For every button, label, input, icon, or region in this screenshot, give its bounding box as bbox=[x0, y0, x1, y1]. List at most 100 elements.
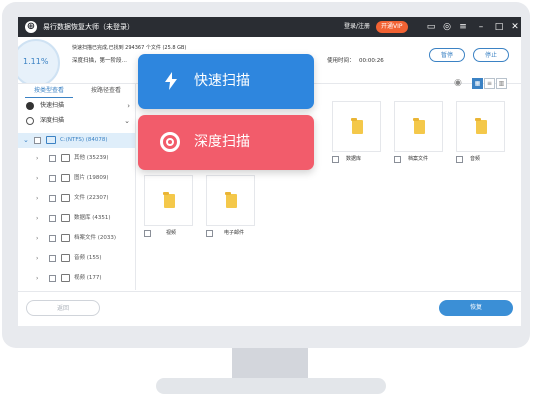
tree-item-video[interactable]: › 视频 (177) bbox=[18, 272, 135, 285]
pause-button[interactable]: 暂停 bbox=[429, 48, 465, 62]
tile-checkbox[interactable] bbox=[144, 230, 151, 237]
elapsed-label: 使用时间： bbox=[327, 58, 355, 64]
tree-item-label: 视频 (177) bbox=[74, 275, 102, 281]
file-tile[interactable] bbox=[456, 101, 505, 152]
tab-by-path[interactable]: 按路径查看 bbox=[84, 86, 128, 96]
drive-checkbox[interactable] bbox=[34, 137, 41, 144]
tree-item-database[interactable]: › 数据库 (4351) bbox=[18, 212, 135, 225]
menu-quick-scan-label: 快速扫描 bbox=[40, 102, 65, 109]
tree-checkbox[interactable] bbox=[49, 255, 56, 262]
menu-deep-scan[interactable]: 深度扫描 ⌄ bbox=[24, 114, 132, 128]
tree-item-audio[interactable]: › 音频 (155) bbox=[18, 252, 135, 265]
chevron-right-icon: › bbox=[36, 195, 39, 202]
back-button[interactable]: 返回 bbox=[26, 300, 100, 316]
chevron-right-icon: › bbox=[36, 215, 39, 222]
eye-icon[interactable]: ◉ bbox=[454, 78, 462, 89]
chevron-right-icon: › bbox=[36, 155, 39, 162]
lightning-icon bbox=[160, 70, 182, 92]
footer-divider bbox=[18, 291, 521, 292]
chevron-right-icon: › bbox=[36, 255, 39, 262]
login-link[interactable]: 登录/注册 bbox=[344, 21, 370, 33]
tree-item-label: 文件 (22307) bbox=[74, 195, 109, 201]
menu-deep-scan-label: 深度扫描 bbox=[40, 117, 65, 124]
title-bar: ⊕ 易行数据恢复大师（未登录） 登录/注册 开通VIP ▭ ◎ ≡ – □ ✕ bbox=[18, 17, 521, 37]
tree-checkbox[interactable] bbox=[49, 275, 56, 282]
drive-icon bbox=[46, 136, 56, 144]
scan-status-text: 快速扫描已完成,已找到 294367 个文件 (25.8 GB) bbox=[72, 45, 187, 51]
close-icon[interactable]: ✕ bbox=[508, 20, 521, 34]
chevron-right-icon: › bbox=[36, 275, 39, 282]
tree-item-other[interactable]: › 其他 (35239) bbox=[18, 152, 135, 165]
monitor-neck bbox=[232, 348, 308, 380]
tree-checkbox[interactable] bbox=[49, 215, 56, 222]
tile-checkbox[interactable] bbox=[206, 230, 213, 237]
maximize-icon[interactable]: □ bbox=[492, 20, 506, 34]
tile-label: 视频 bbox=[166, 230, 177, 236]
drive-label: C:(NTFS) (84078) bbox=[60, 137, 108, 143]
tile-checkbox[interactable] bbox=[394, 156, 401, 163]
image-icon bbox=[61, 174, 70, 182]
check-icon bbox=[26, 102, 34, 110]
detail-view-icon[interactable]: ▥ bbox=[496, 78, 507, 89]
monitor-base bbox=[156, 378, 386, 394]
vip-button[interactable]: 开通VIP bbox=[376, 21, 408, 33]
document-icon bbox=[61, 194, 70, 202]
folder-icon bbox=[351, 118, 363, 134]
message-icon[interactable]: ▭ bbox=[424, 20, 438, 34]
scan-mode-text: 深度扫描，第一阶段… bbox=[72, 58, 128, 64]
audio-icon bbox=[61, 254, 70, 262]
video-icon bbox=[61, 274, 70, 282]
tile-label: 数据库 bbox=[346, 156, 362, 162]
tree-item-label: 音频 (155) bbox=[74, 255, 102, 261]
elapsed-time: 00:00:26 bbox=[359, 58, 384, 64]
recover-button[interactable]: 恢复 bbox=[439, 300, 513, 316]
list-view-icon[interactable]: ≡ bbox=[484, 78, 495, 89]
active-tab-indicator bbox=[25, 97, 73, 98]
deep-scan-callout[interactable]: 深度扫描 bbox=[138, 115, 314, 170]
tree-checkbox[interactable] bbox=[49, 235, 56, 242]
folder-icon bbox=[225, 192, 237, 208]
tree-item-documents[interactable]: › 文件 (22307) bbox=[18, 192, 135, 205]
tree-item-archives[interactable]: › 档案文件 (2033) bbox=[18, 232, 135, 245]
tile-label: 电子邮件 bbox=[224, 230, 245, 236]
tree-item-label: 其他 (35239) bbox=[74, 155, 109, 161]
deep-scan-callout-label: 深度扫描 bbox=[194, 134, 250, 150]
stop-button[interactable]: 停止 bbox=[473, 48, 509, 62]
tile-label: 档案文件 bbox=[408, 156, 429, 162]
tree-item-label: 图片 (19809) bbox=[74, 175, 109, 181]
file-tile[interactable] bbox=[332, 101, 381, 152]
folder-icon bbox=[413, 118, 425, 134]
deep-scan-small-icon bbox=[26, 117, 34, 125]
minimize-icon[interactable]: – bbox=[474, 20, 488, 34]
user-icon[interactable]: ◎ bbox=[440, 20, 454, 34]
database-icon bbox=[61, 214, 70, 222]
tile-checkbox[interactable] bbox=[456, 156, 463, 163]
tab-by-type[interactable]: 按类型查看 bbox=[25, 86, 73, 96]
tile-checkbox[interactable] bbox=[332, 156, 339, 163]
quick-scan-callout[interactable]: 快速扫描 bbox=[138, 54, 314, 109]
file-tile[interactable] bbox=[394, 101, 443, 152]
chevron-right-icon: › bbox=[127, 102, 130, 110]
app-logo-icon: ⊕ bbox=[25, 21, 37, 33]
drive-row[interactable]: ⌄ C:(NTFS) (84078) bbox=[18, 133, 135, 148]
folder-icon bbox=[61, 154, 70, 162]
app-title: 易行数据恢复大师（未登录） bbox=[43, 23, 134, 31]
chevron-right-icon: › bbox=[36, 235, 39, 242]
folder-icon bbox=[475, 118, 487, 134]
archive-icon bbox=[61, 234, 70, 242]
folder-icon bbox=[163, 192, 175, 208]
tree-item-label: 数据库 (4351) bbox=[74, 215, 111, 221]
tree-checkbox[interactable] bbox=[49, 175, 56, 182]
file-tile[interactable] bbox=[144, 175, 193, 226]
file-tile[interactable] bbox=[206, 175, 255, 226]
menu-quick-scan[interactable]: 快速扫描 › bbox=[24, 99, 132, 113]
chevron-right-icon: › bbox=[36, 175, 39, 182]
menu-icon[interactable]: ≡ bbox=[456, 20, 470, 34]
tree-checkbox[interactable] bbox=[49, 195, 56, 202]
target-inner-icon bbox=[166, 138, 174, 146]
grid-view-icon[interactable]: ▦ bbox=[472, 78, 483, 89]
tree-checkbox[interactable] bbox=[49, 155, 56, 162]
tree-item-images[interactable]: › 图片 (19809) bbox=[18, 172, 135, 185]
tile-label: 音频 bbox=[470, 156, 481, 162]
quick-scan-callout-label: 快速扫描 bbox=[194, 73, 250, 89]
